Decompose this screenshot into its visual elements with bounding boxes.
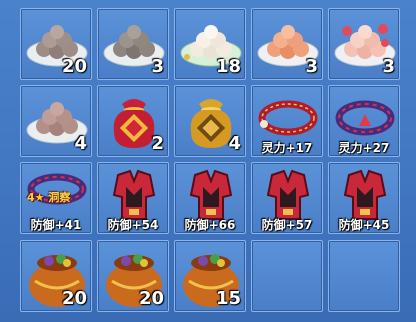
slot-treasure-bag-2[interactable]: 20 (97, 240, 169, 312)
slot-armor-4[interactable]: 防御+45 (328, 162, 400, 234)
slot-ball-dish-white[interactable]: 18 (174, 8, 246, 80)
item-stat: 防御+45 (338, 218, 390, 232)
item-count: 20 (138, 288, 164, 309)
slot-armor-1[interactable]: 防御+54 (97, 162, 169, 234)
item-count: 20 (61, 288, 87, 309)
item-count: 3 (382, 56, 395, 77)
item-count: 3 (151, 56, 164, 77)
slot-ball-dish-brown[interactable]: 4 (20, 85, 92, 157)
item-count: 4 (228, 133, 241, 154)
item-stat: 灵力+27 (338, 141, 390, 155)
slot-treasure-bag-1[interactable]: 20 (20, 240, 92, 312)
item-count: 2 (151, 133, 164, 154)
slot-ball-dish-orange[interactable]: 3 (251, 8, 323, 80)
slot-bracelet-purple-2[interactable]: 4★ 洞察 防御+41 (20, 162, 92, 234)
item-stat: 防御+41 (30, 218, 82, 232)
item-count: 20 (61, 56, 87, 77)
slot-treasure-bag-3[interactable]: 15 (174, 240, 246, 312)
enchant-tag: 4★ 洞察 (27, 191, 71, 204)
slot-empty-2[interactable] (328, 240, 400, 312)
slot-ball-dish-pink[interactable]: 3 (328, 8, 400, 80)
slot-bracelet-red[interactable]: 灵力+17 (251, 85, 323, 157)
slot-ball-dish-grey[interactable]: 20 (20, 8, 92, 80)
item-count: 3 (305, 56, 318, 77)
slot-empty-1[interactable] (251, 240, 323, 312)
slot-armor-3[interactable]: 防御+57 (251, 162, 323, 234)
slot-armor-2[interactable]: 防御+66 (174, 162, 246, 234)
slot-lucky-bag-gold[interactable]: 4 (174, 85, 246, 157)
slot-lucky-bag-red[interactable]: 2 (97, 85, 169, 157)
slot-bracelet-purple[interactable]: 灵力+27 (328, 85, 400, 157)
item-stat: 防御+66 (184, 218, 236, 232)
item-count: 15 (215, 288, 241, 309)
item-count: 18 (215, 56, 241, 77)
item-stat: 防御+54 (107, 218, 159, 232)
item-count: 4 (74, 133, 87, 154)
item-stat: 灵力+17 (261, 141, 313, 155)
item-stat: 防御+57 (261, 218, 313, 232)
slot-ball-dish-grey-2[interactable]: 3 (97, 8, 169, 80)
inventory-grid: 20 3 18 3 3 4 2 4 灵力+17 灵力+27 4★ 洞察 防御+4… (0, 0, 416, 322)
